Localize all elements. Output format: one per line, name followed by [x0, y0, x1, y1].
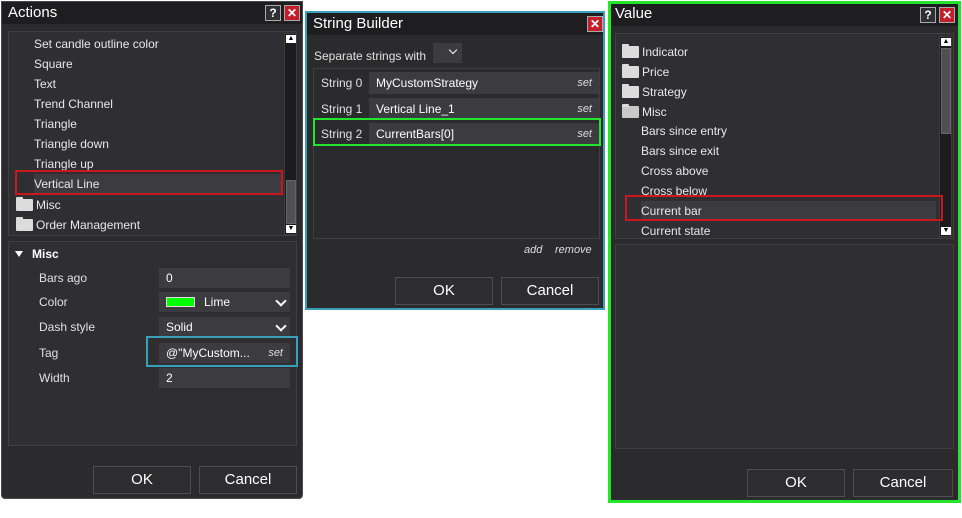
bars-ago-value: 0: [166, 271, 173, 285]
remove-link[interactable]: remove: [555, 244, 592, 256]
prop-label-dash-style: Dash style: [39, 320, 96, 334]
actions-titlebar[interactable]: Actions ? ✕: [2, 2, 302, 24]
scroll-thumb[interactable]: [286, 180, 296, 224]
help-icon[interactable]: ?: [265, 5, 281, 21]
section-header-misc[interactable]: Misc: [15, 245, 59, 263]
help-icon[interactable]: ?: [920, 7, 936, 23]
color-value: Lime: [204, 295, 231, 309]
actions-title: Actions: [8, 4, 58, 21]
set-link[interactable]: set: [577, 72, 592, 94]
scroll-up-icon[interactable]: ▲: [941, 38, 951, 46]
list-item[interactable]: Bars since entry: [641, 121, 727, 141]
chevron-down-icon: [275, 320, 287, 332]
separator-select[interactable]: [433, 43, 462, 63]
list-item[interactable]: Bars since exit: [641, 141, 719, 161]
scroll-down-icon[interactable]: ▼: [286, 225, 296, 233]
collapse-triangle-icon[interactable]: [15, 251, 23, 257]
folder-price[interactable]: Price: [622, 62, 669, 82]
scroll-down-icon[interactable]: ▼: [941, 227, 951, 235]
cancel-button[interactable]: Cancel: [501, 277, 599, 305]
prop-label-bars-ago: Bars ago: [39, 271, 88, 285]
ok-button[interactable]: OK: [93, 466, 191, 494]
actions-list-panel: Set candle outline color Square Text Tre…: [8, 31, 297, 236]
folder-icon: [622, 84, 639, 98]
dash-style-value: Solid: [166, 320, 193, 334]
list-item[interactable]: Current state: [641, 221, 710, 241]
highlight-tag: [146, 336, 298, 367]
string-builder-window: String Builder ✕ Separate strings with S…: [305, 11, 605, 310]
ok-button[interactable]: OK: [395, 277, 493, 305]
folder-label: Misc: [36, 198, 61, 212]
bars-ago-input[interactable]: 0: [159, 268, 290, 288]
dash-style-select[interactable]: Solid: [159, 317, 290, 337]
folder-open-icon: [622, 104, 639, 118]
chevron-down-icon: [275, 295, 287, 307]
folder-label: Price: [642, 65, 670, 79]
folder-label: Misc: [642, 105, 667, 119]
list-item[interactable]: Triangle down: [34, 134, 109, 154]
string-value: Vertical Line_1: [376, 102, 455, 116]
value-properties-panel: [615, 244, 954, 449]
string-label: String 1: [321, 102, 363, 116]
string-builder-title: String Builder: [313, 15, 404, 32]
folder-label: Strategy: [642, 85, 687, 99]
list-item[interactable]: Square: [34, 54, 73, 74]
width-value: 2: [166, 371, 173, 385]
folder-indicator[interactable]: Indicator: [622, 42, 688, 62]
set-link[interactable]: set: [577, 98, 592, 120]
cancel-button[interactable]: Cancel: [199, 466, 297, 494]
scroll-up-icon[interactable]: ▲: [286, 35, 296, 43]
list-item[interactable]: Set candle outline color: [34, 34, 159, 54]
string-builder-titlebar[interactable]: String Builder ✕: [307, 13, 603, 35]
highlight-current-bar: [625, 195, 943, 221]
separate-label: Separate strings with: [314, 49, 427, 63]
folder-misc[interactable]: Misc: [622, 102, 667, 122]
value-titlebar[interactable]: Value ? ✕: [611, 4, 958, 26]
section-title: Misc: [32, 247, 59, 261]
prop-label-width: Width: [39, 371, 70, 385]
list-item[interactable]: Text: [34, 74, 56, 94]
cancel-button[interactable]: Cancel: [853, 469, 953, 497]
close-icon[interactable]: ✕: [939, 7, 955, 23]
list-item[interactable]: Cross above: [641, 161, 708, 181]
add-link[interactable]: add: [524, 244, 542, 256]
folder-icon: [16, 197, 33, 211]
folder-misc[interactable]: Misc: [16, 195, 61, 215]
string-value: MyCustomStrategy: [376, 76, 479, 90]
string-input[interactable]: Vertical Line_1 set: [369, 98, 599, 120]
prop-label-tag: Tag: [39, 346, 59, 360]
scroll-thumb[interactable]: [941, 48, 951, 134]
folder-label: Indicator: [642, 45, 689, 59]
chevron-down-icon: [448, 45, 458, 55]
strings-panel: String 0 MyCustomStrategy set String 1 V…: [313, 68, 600, 239]
value-title: Value: [615, 5, 653, 22]
actions-list-scrollbar[interactable]: ▲ ▼: [284, 33, 297, 235]
actions-window: Actions ? ✕ Set candle outline color Squ…: [1, 1, 303, 499]
folder-icon: [622, 64, 639, 78]
close-icon[interactable]: ✕: [284, 5, 300, 21]
folder-icon: [16, 217, 33, 231]
value-window: Value ? ✕ Indicator Price Strategy Misc …: [608, 1, 961, 503]
list-item[interactable]: Triangle: [34, 114, 77, 134]
highlight-vertical-line: [15, 170, 283, 195]
highlight-string-2: [313, 118, 601, 146]
folder-order-management[interactable]: Order Management: [16, 215, 140, 235]
folder-icon: [622, 44, 639, 58]
string-label: String 0: [321, 76, 363, 90]
list-item[interactable]: Trend Channel: [34, 94, 113, 114]
color-swatch: [166, 297, 195, 307]
color-select[interactable]: Lime: [159, 292, 290, 312]
close-icon[interactable]: ✕: [587, 16, 603, 32]
folder-strategy[interactable]: Strategy: [622, 82, 687, 102]
string-input[interactable]: MyCustomStrategy set: [369, 72, 599, 94]
width-input[interactable]: 2: [159, 368, 290, 388]
folder-label: Order Management: [36, 218, 141, 232]
prop-label-color: Color: [39, 295, 68, 309]
ok-button[interactable]: OK: [747, 469, 845, 497]
